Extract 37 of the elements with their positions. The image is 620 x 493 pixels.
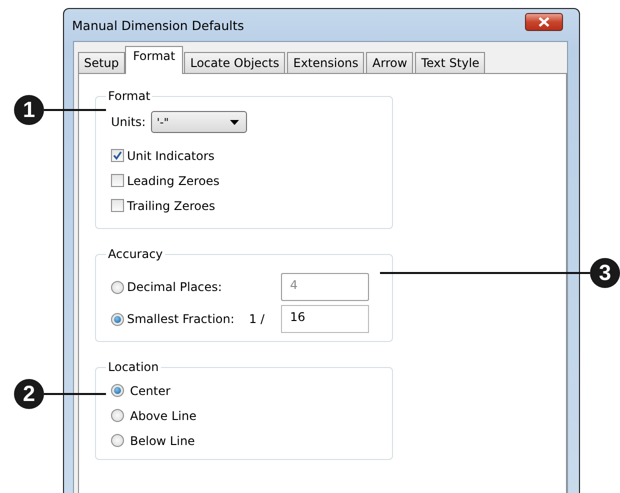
group-title: Location bbox=[107, 360, 160, 374]
leader-line bbox=[44, 109, 106, 111]
checkbox-label: Trailing Zeroes bbox=[127, 198, 216, 212]
checkbox[interactable] bbox=[111, 174, 124, 187]
tab[interactable]: Locate Objects bbox=[184, 52, 286, 73]
close-button[interactable] bbox=[525, 13, 563, 31]
radio-label: Center bbox=[130, 384, 170, 398]
tab[interactable]: Text Style bbox=[415, 52, 486, 73]
input-field[interactable]: 16 bbox=[281, 305, 369, 333]
radio-button[interactable] bbox=[111, 312, 124, 326]
checkbox[interactable] bbox=[111, 199, 124, 212]
checkbox-label: Unit Indicators bbox=[127, 148, 215, 162]
leader-line bbox=[44, 393, 106, 395]
tab[interactable]: Format bbox=[124, 46, 184, 74]
units-label: Units: bbox=[111, 115, 146, 129]
radio-label: Below Line bbox=[130, 434, 195, 448]
checkbox-label: Leading Zeroes bbox=[127, 174, 220, 188]
caret-icon bbox=[230, 120, 239, 124]
tab[interactable]: Extensions bbox=[287, 52, 364, 73]
radio-button[interactable] bbox=[111, 409, 124, 422]
callout-number: 2 bbox=[14, 379, 44, 409]
tab[interactable]: Setup bbox=[78, 52, 125, 73]
fraction-prefix: 1 / bbox=[249, 312, 266, 326]
window-title: Manual Dimension Defaults bbox=[72, 18, 244, 32]
callout-number: 1 bbox=[14, 95, 44, 125]
radio-button[interactable] bbox=[111, 384, 124, 397]
checkbox[interactable] bbox=[111, 149, 124, 162]
group-title: Accuracy bbox=[107, 247, 164, 261]
radio-label: Above Line bbox=[130, 408, 196, 422]
units-dropdown[interactable]: '-" bbox=[150, 111, 247, 133]
radio-button[interactable] bbox=[111, 434, 124, 447]
radio-label: Decimal Places: bbox=[127, 280, 223, 294]
callout-number: 3 bbox=[590, 258, 620, 288]
group-title: Format bbox=[107, 89, 152, 103]
radio-label: Smallest Fraction: bbox=[127, 312, 236, 326]
tab[interactable]: Arrow bbox=[366, 52, 414, 73]
close-icon bbox=[538, 17, 550, 27]
